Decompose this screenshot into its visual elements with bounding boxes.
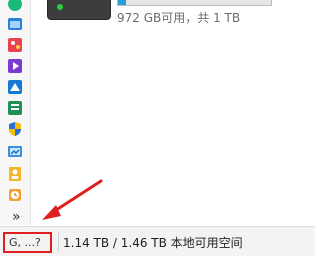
photos-app-icon[interactable] [7, 16, 23, 32]
selection-indicator[interactable]: G, ...? [3, 232, 52, 253]
store-app-icon[interactable] [7, 79, 23, 95]
drive-capacity-fill [118, 0, 126, 5]
video-app-icon[interactable] [7, 58, 23, 74]
control-panel-icon[interactable] [7, 144, 23, 160]
drive-capacity-bar [117, 0, 272, 6]
alarm-clock-icon[interactable] [7, 187, 23, 203]
status-separator [58, 232, 59, 252]
drive-free-space-text: 972 GB可用，共 1 TB [117, 11, 241, 25]
overflow-chevron[interactable]: » [12, 209, 21, 225]
shield-icon[interactable] [7, 121, 23, 137]
contact-icon[interactable] [7, 166, 23, 182]
drive-icon[interactable] [47, 0, 111, 20]
storage-summary-text: 1.14 TB / 1.46 TB 本地可用空间 [63, 236, 243, 250]
status-bar: G, ...? 1.14 TB / 1.46 TB 本地可用空间 [0, 226, 315, 256]
annotation-arrow [42, 179, 103, 220]
drive-activity-light [57, 4, 63, 10]
spreadsheet-app-icon[interactable] [7, 100, 23, 116]
left-sidebar: » [0, 0, 31, 225]
green-circle-icon[interactable] [7, 0, 23, 12]
color-palette-app-icon[interactable] [7, 37, 23, 53]
